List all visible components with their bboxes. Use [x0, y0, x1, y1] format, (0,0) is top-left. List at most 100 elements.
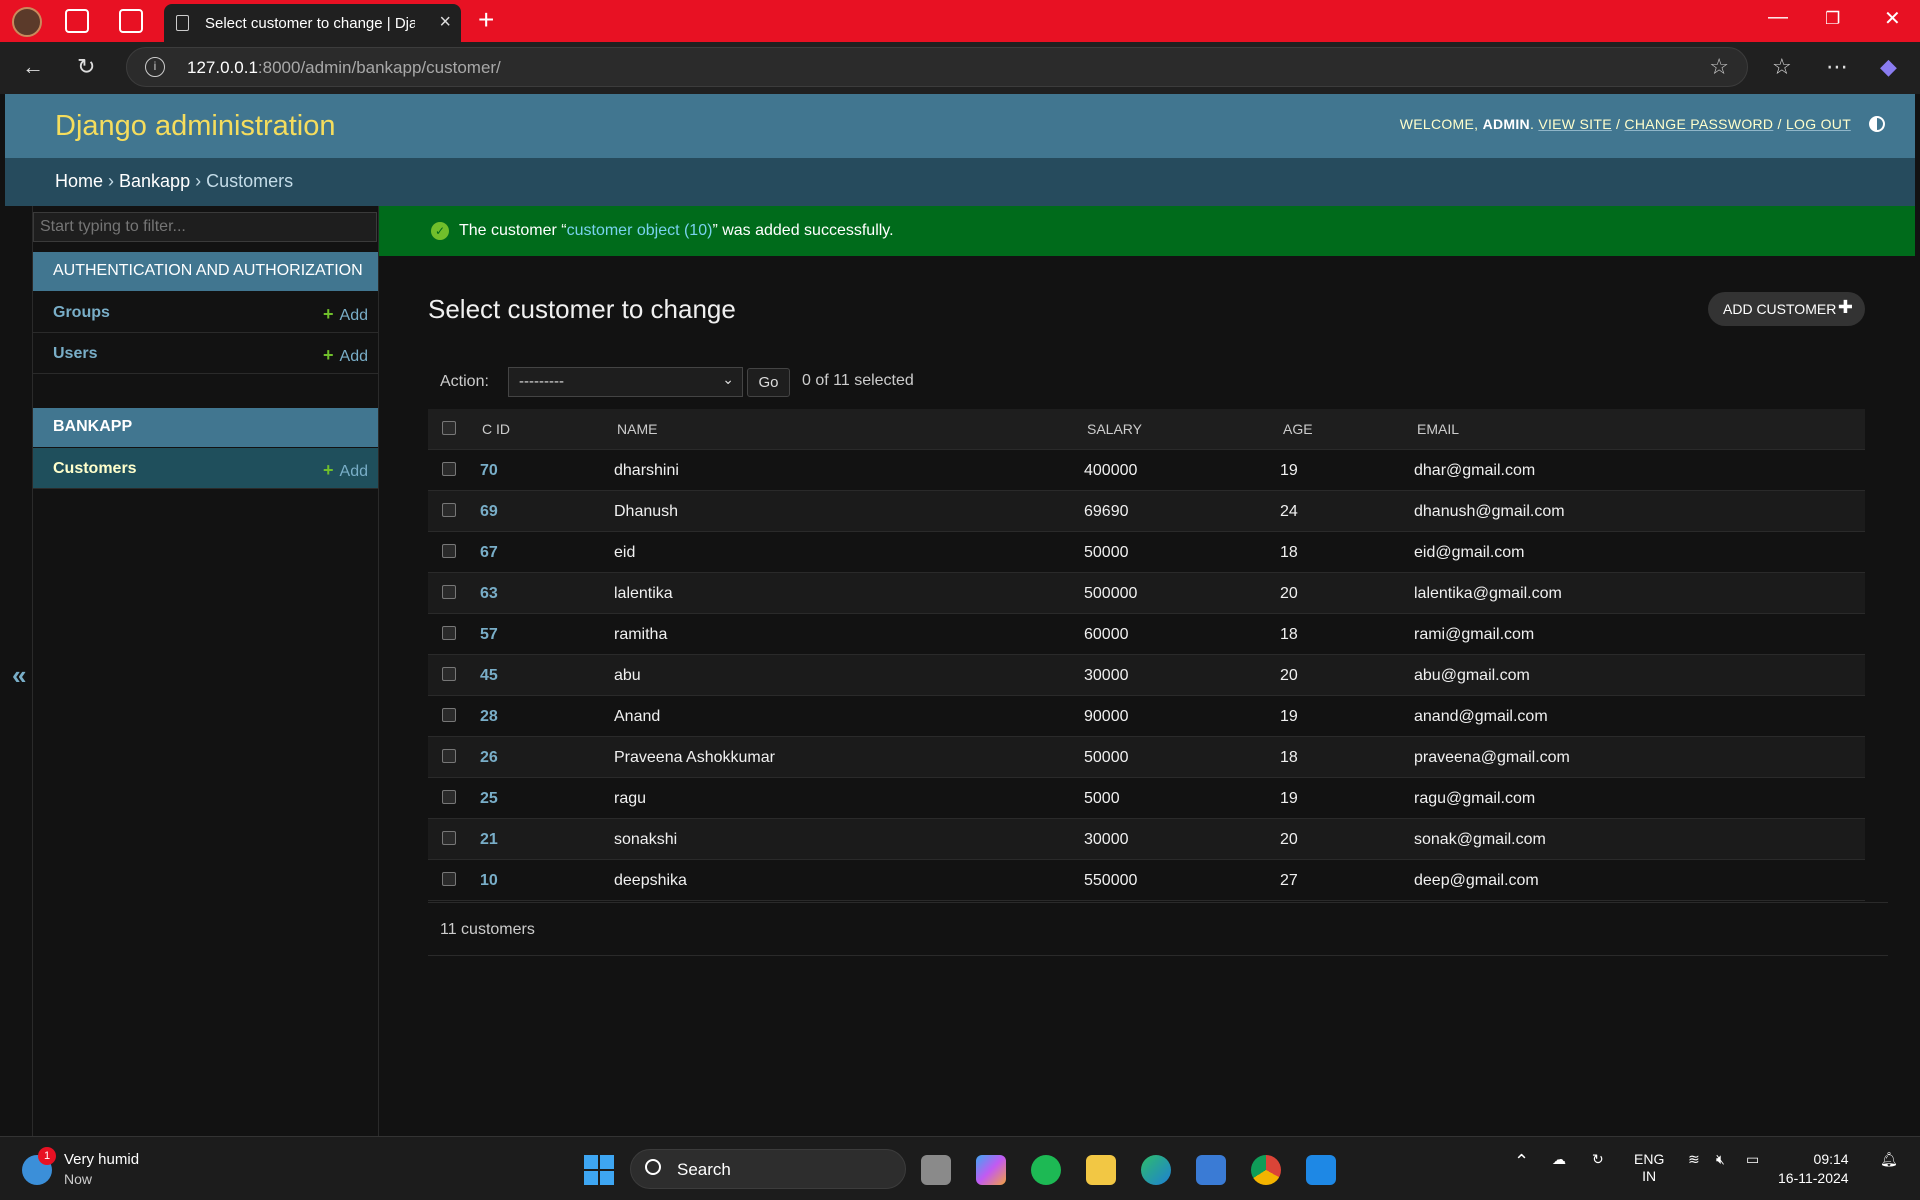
- restore-icon[interactable]: ❐: [1825, 9, 1840, 29]
- customer-id-link[interactable]: 57: [480, 626, 498, 644]
- close-tab-icon[interactable]: ×: [439, 11, 451, 34]
- sidebar-item-label[interactable]: Customers: [53, 460, 137, 478]
- add-user-link[interactable]: + Add: [323, 345, 368, 366]
- reload-icon[interactable]: ↻: [77, 54, 95, 80]
- row-checkbox[interactable]: [442, 585, 456, 599]
- favorites-icon[interactable]: ☆: [1772, 54, 1792, 80]
- copilot-icon[interactable]: ◆: [1880, 54, 1897, 80]
- row-checkbox[interactable]: [442, 872, 456, 886]
- active-tab[interactable]: Select customer to change | Django site …: [164, 4, 461, 42]
- table-row: 70 dharshini 400000 19 dhar@gmail.com: [428, 450, 1865, 491]
- workspaces-icon[interactable]: [65, 9, 89, 33]
- sidebar-item-label[interactable]: Users: [53, 345, 97, 363]
- column-salary[interactable]: SALARY: [1087, 421, 1142, 437]
- task-view-icon[interactable]: [921, 1155, 951, 1185]
- change-password-link[interactable]: CHANGE PASSWORD: [1624, 116, 1773, 132]
- copilot-app-icon[interactable]: [976, 1155, 1006, 1185]
- minimize-icon[interactable]: —: [1768, 6, 1788, 29]
- go-button[interactable]: Go: [747, 368, 790, 397]
- row-checkbox[interactable]: [442, 626, 456, 640]
- notification-bell-icon[interactable]: 🔔︎: [1880, 1151, 1898, 1168]
- site-info-icon[interactable]: i: [145, 57, 165, 77]
- profile-avatar[interactable]: [12, 7, 42, 37]
- customer-id-link[interactable]: 69: [480, 503, 498, 521]
- more-menu-icon[interactable]: ⋯: [1826, 54, 1848, 80]
- customer-id-link[interactable]: 10: [480, 872, 498, 890]
- column-age[interactable]: AGE: [1283, 421, 1313, 437]
- sidebar-item-customers[interactable]: Customers + Add: [33, 448, 378, 489]
- address-bar[interactable]: i 127.0.0.1:8000/admin/bankapp/customer/…: [126, 47, 1748, 87]
- favorite-star-icon[interactable]: ☆: [1709, 54, 1729, 80]
- row-checkbox[interactable]: [442, 667, 456, 681]
- column-name[interactable]: NAME: [617, 421, 657, 437]
- module-caption-bankapp[interactable]: Bankapp: [33, 408, 378, 447]
- sync-icon[interactable]: ↻: [1592, 1151, 1604, 1168]
- add-group-link[interactable]: + Add: [323, 304, 368, 325]
- sidebar-item-label[interactable]: Groups: [53, 304, 110, 322]
- customer-email: sonak@gmail.com: [1414, 831, 1546, 848]
- edge-icon[interactable]: [1141, 1155, 1171, 1185]
- row-checkbox[interactable]: [442, 503, 456, 517]
- url-text: 127.0.0.1:8000/admin/bankapp/customer/: [187, 58, 501, 77]
- customer-id-link[interactable]: 70: [480, 462, 498, 480]
- site-branding[interactable]: Django administration: [55, 110, 335, 143]
- new-tab-icon[interactable]: +: [478, 4, 494, 36]
- customer-id-link[interactable]: 45: [480, 667, 498, 685]
- column-email[interactable]: EMAIL: [1417, 421, 1459, 437]
- row-checkbox[interactable]: [442, 462, 456, 476]
- customer-age: 20: [1280, 667, 1298, 684]
- customer-id-link[interactable]: 63: [480, 585, 498, 603]
- taskbar: 1 Very humid Now Search ⌃ ☁ ↻ ENG IN ≋ 🔇︎…: [0, 1136, 1920, 1200]
- sidebar-filter-input[interactable]: [33, 212, 377, 242]
- add-customer-link[interactable]: + Add: [323, 460, 368, 481]
- theme-toggle-icon[interactable]: [1869, 116, 1885, 132]
- sidebar-item-groups[interactable]: Groups + Add: [33, 292, 378, 333]
- spotify-icon[interactable]: [1031, 1155, 1061, 1185]
- customer-name: sonakshi: [614, 831, 678, 848]
- store-icon[interactable]: [1196, 1155, 1226, 1185]
- back-icon[interactable]: ←: [22, 54, 44, 80]
- action-select[interactable]: --------- ⌄: [508, 367, 743, 397]
- customer-id-link[interactable]: 25: [480, 790, 498, 808]
- row-checkbox[interactable]: [442, 790, 456, 804]
- show-hidden-icons-icon[interactable]: ⌃: [1514, 1151, 1529, 1172]
- system-clock[interactable]: 09:14 16-11-2024: [1778, 1150, 1849, 1188]
- customer-id-link[interactable]: 67: [480, 544, 498, 562]
- created-object-link[interactable]: customer object (10): [567, 222, 713, 239]
- onedrive-icon[interactable]: ☁: [1552, 1151, 1566, 1168]
- volume-muted-icon[interactable]: 🔇︎: [1716, 1151, 1725, 1168]
- taskbar-search[interactable]: Search: [630, 1149, 906, 1189]
- start-button[interactable]: [584, 1155, 614, 1185]
- breadcrumb-app[interactable]: Bankapp: [119, 171, 190, 191]
- customer-id-link[interactable]: 26: [480, 749, 498, 767]
- breadcrumb-home[interactable]: Home: [55, 171, 103, 191]
- window-close-icon[interactable]: ✕: [1884, 6, 1901, 31]
- row-checkbox[interactable]: [442, 544, 456, 558]
- table-row: 28 Anand 90000 19 anand@gmail.com: [428, 696, 1865, 737]
- row-checkbox[interactable]: [442, 831, 456, 845]
- select-all-checkbox[interactable]: [442, 421, 456, 435]
- file-explorer-icon[interactable]: [1086, 1155, 1116, 1185]
- language-indicator[interactable]: ENG IN: [1634, 1151, 1664, 1185]
- column-cid[interactable]: C ID: [482, 421, 510, 437]
- collapse-sidebar-icon[interactable]: «: [12, 660, 26, 691]
- selection-counter: 0 of 11 selected: [802, 372, 914, 389]
- customer-email: praveena@gmail.com: [1414, 749, 1570, 766]
- add-customer-button[interactable]: ADD CUSTOMER ✚: [1708, 292, 1865, 326]
- view-site-link[interactable]: VIEW SITE: [1538, 116, 1612, 132]
- log-out-link[interactable]: LOG OUT: [1786, 116, 1851, 132]
- row-checkbox[interactable]: [442, 749, 456, 763]
- customer-id-link[interactable]: 21: [480, 831, 498, 849]
- customer-id-link[interactable]: 28: [480, 708, 498, 726]
- module-caption-auth[interactable]: Authentication and Authorization: [33, 252, 378, 291]
- vscode-icon[interactable]: [1306, 1155, 1336, 1185]
- wifi-icon[interactable]: ≋: [1688, 1151, 1700, 1168]
- customer-name: ragu: [614, 790, 647, 807]
- customer-email: dhar@gmail.com: [1414, 462, 1536, 479]
- battery-icon[interactable]: ▭: [1746, 1151, 1759, 1168]
- chrome-icon[interactable]: [1251, 1155, 1281, 1185]
- customer-age: 19: [1280, 708, 1298, 725]
- sidebar-item-users[interactable]: Users + Add: [33, 333, 378, 374]
- row-checkbox[interactable]: [442, 708, 456, 722]
- tab-actions-icon[interactable]: [119, 9, 143, 33]
